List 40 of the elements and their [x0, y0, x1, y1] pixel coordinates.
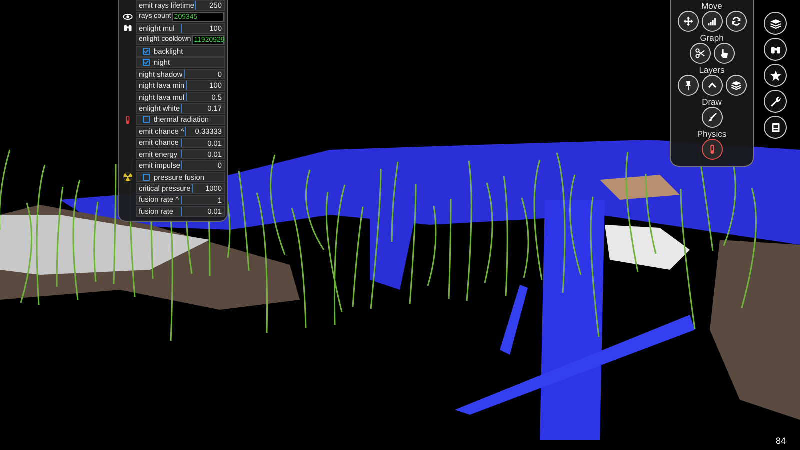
fps-counter: 84 [776, 436, 786, 446]
move-icon [682, 16, 694, 27]
scissors-icon [694, 48, 706, 59]
signal-bars-icon [706, 16, 718, 27]
layers-icon [770, 18, 782, 30]
group-title: Layers [699, 65, 725, 75]
tool-button[interactable] [702, 139, 722, 160]
checkbox[interactable] [143, 48, 150, 55]
tool-button[interactable] [678, 11, 698, 32]
checkbox[interactable] [143, 116, 150, 124]
tool-button[interactable] [678, 75, 698, 96]
brush-icon [706, 112, 718, 123]
wrench-icon [770, 96, 782, 108]
star-icon [770, 70, 782, 82]
group-title: Graph [700, 33, 724, 43]
radiation-icon [123, 172, 133, 182]
hand-pointer-icon [718, 48, 730, 59]
group-title: Move [702, 1, 722, 11]
layers-icon [730, 80, 742, 91]
tool-button[interactable] [726, 75, 746, 96]
toolbar-button[interactable] [764, 38, 787, 61]
eye-icon [123, 12, 133, 22]
tool-button[interactable] [690, 43, 710, 64]
toolbar-button[interactable] [764, 116, 787, 139]
toolbar-button[interactable] [764, 12, 787, 35]
toolbar-button[interactable] [764, 90, 787, 113]
chevron-up-icon [706, 80, 718, 91]
group-title: Physics [697, 129, 727, 139]
tool-button[interactable] [702, 75, 722, 96]
pin-icon [682, 80, 694, 91]
tool-button[interactable] [702, 11, 722, 32]
checkbox[interactable] [143, 174, 150, 181]
book-icon [770, 122, 782, 134]
refresh-icon [730, 16, 742, 27]
tool-button[interactable] [726, 11, 746, 32]
toolbar-button[interactable] [764, 64, 787, 87]
group-title: Draw [702, 97, 722, 107]
tool-button[interactable] [714, 43, 734, 64]
checkbox[interactable] [143, 59, 150, 66]
tool-button[interactable] [702, 107, 722, 128]
